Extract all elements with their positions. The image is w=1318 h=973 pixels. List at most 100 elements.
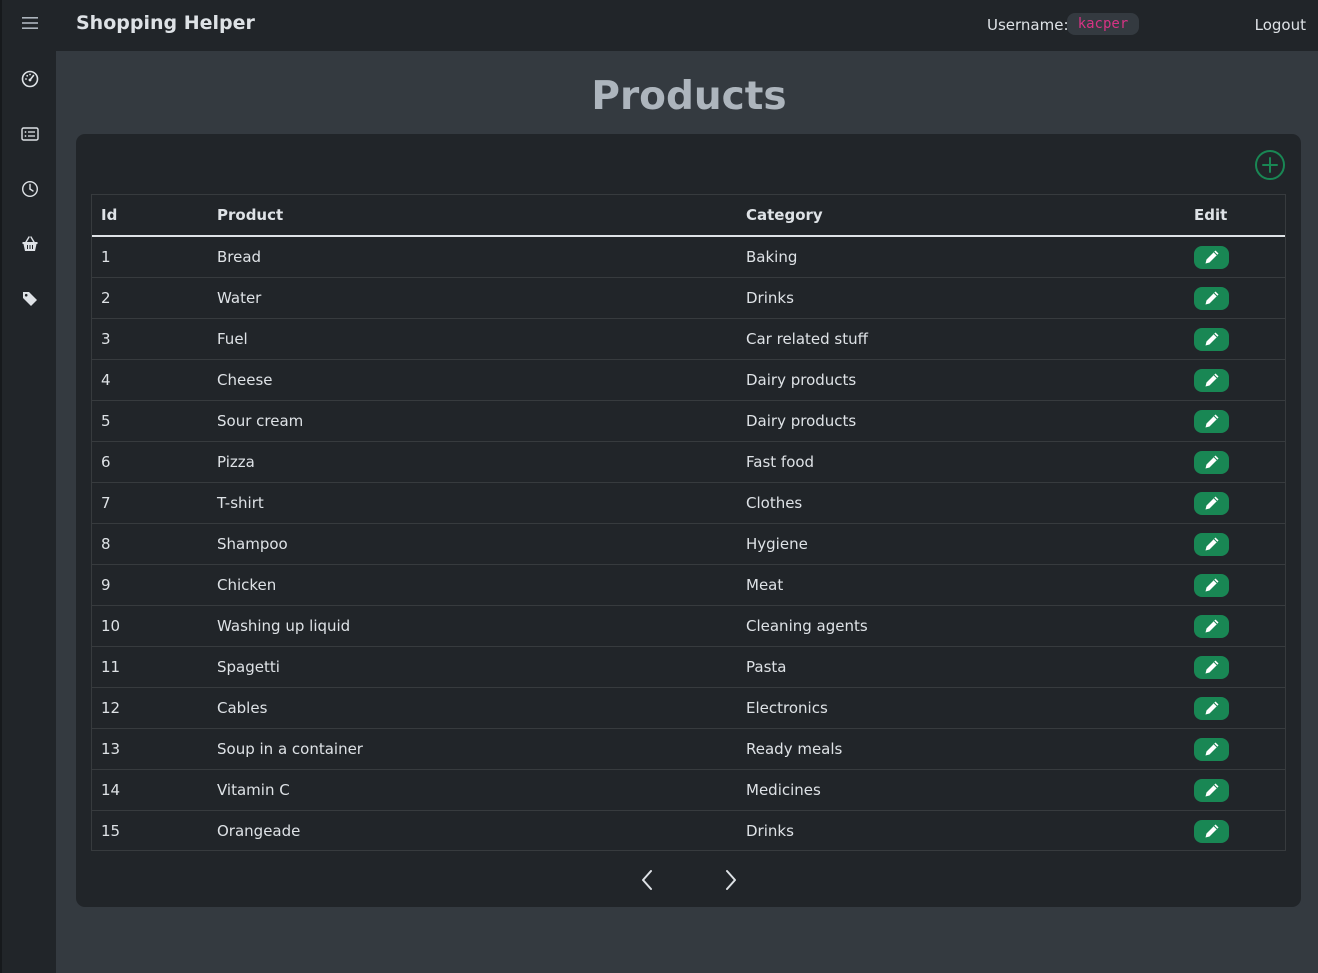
column-header-id: Id — [92, 195, 208, 237]
edit-product-button[interactable] — [1194, 368, 1229, 392]
edit-product-button[interactable] — [1194, 286, 1229, 310]
edit-product-button[interactable] — [1194, 491, 1229, 515]
edit-product-button[interactable] — [1194, 532, 1229, 556]
cell-edit — [1185, 277, 1285, 319]
table-row: 8 Shampoo Hygiene — [92, 523, 1285, 565]
pencil-icon — [1205, 373, 1218, 387]
cell-category: Fast food — [737, 441, 1185, 483]
table-row: 15 Orangeade Drinks — [92, 811, 1285, 852]
column-header-product: Product — [208, 195, 737, 237]
edit-product-button[interactable] — [1194, 409, 1229, 433]
chevron-left-icon — [642, 870, 652, 890]
edit-product-button[interactable] — [1194, 573, 1229, 597]
cell-id: 10 — [92, 605, 208, 647]
sidebar-item-products[interactable] — [2, 279, 58, 319]
cell-id: 13 — [92, 728, 208, 770]
cell-id: 6 — [92, 441, 208, 483]
pencil-icon — [1205, 701, 1218, 715]
pencil-icon — [1205, 250, 1218, 264]
cell-edit — [1185, 482, 1285, 524]
cell-category: Baking — [737, 236, 1185, 278]
app-brand[interactable]: Shopping Helper — [76, 12, 255, 34]
edit-product-button[interactable] — [1194, 778, 1229, 802]
edit-product-button[interactable] — [1194, 450, 1229, 474]
cell-product: Soup in a container — [208, 728, 737, 770]
cell-product: Spagetti — [208, 646, 737, 688]
sidebar-item-history[interactable] — [2, 169, 58, 209]
cell-edit — [1185, 646, 1285, 688]
cell-category: Electronics — [737, 687, 1185, 729]
table-row: 7 T-shirt Clothes — [92, 482, 1285, 524]
cell-category: Drinks — [737, 277, 1185, 319]
sidebar-item-shopping[interactable] — [2, 224, 58, 264]
column-header-edit: Edit — [1185, 195, 1285, 237]
previous-page-button[interactable] — [637, 866, 657, 894]
cell-category: Hygiene — [737, 523, 1185, 565]
table-row: 4 Cheese Dairy products — [92, 359, 1285, 401]
cell-edit — [1185, 728, 1285, 770]
edit-product-button[interactable] — [1194, 819, 1229, 843]
cell-edit — [1185, 400, 1285, 442]
table-row: 11 Spagetti Pasta — [92, 646, 1285, 688]
edit-product-button[interactable] — [1194, 327, 1229, 351]
edit-product-button[interactable] — [1194, 245, 1229, 269]
column-header-category: Category — [737, 195, 1185, 237]
cell-edit — [1185, 523, 1285, 565]
cell-product: Cheese — [208, 359, 737, 401]
next-page-button[interactable] — [721, 866, 741, 894]
cell-category: Clothes — [737, 482, 1185, 524]
cell-product: Sour cream — [208, 400, 737, 442]
table-body: 1 Bread Baking 2 Water Drinks 3 Fuel Car related… — [92, 236, 1285, 851]
table-row: 5 Sour cream Dairy products — [92, 400, 1285, 442]
speedometer-icon — [21, 70, 39, 88]
cell-id: 4 — [92, 359, 208, 401]
cell-category: Medicines — [737, 769, 1185, 811]
table-row: 14 Vitamin C Medicines — [92, 769, 1285, 811]
username-badge: kacper — [1067, 13, 1139, 35]
cell-id: 14 — [92, 769, 208, 811]
cell-id: 11 — [92, 646, 208, 688]
table-row: 10 Washing up liquid Cleaning agents — [92, 605, 1285, 647]
table-header-row: Id Product Category Edit — [92, 195, 1285, 237]
logout-link[interactable]: Logout — [1255, 16, 1306, 34]
cell-id: 15 — [101, 822, 121, 840]
menu-toggle-button[interactable] — [2, 3, 58, 43]
pencil-icon — [1205, 824, 1218, 838]
edit-product-button[interactable] — [1194, 655, 1229, 679]
cell-product: Washing up liquid — [208, 605, 737, 647]
cell-product: Fuel — [208, 318, 737, 360]
cell-product: Bread — [208, 236, 737, 278]
table-row: 1 Bread Baking — [92, 236, 1285, 278]
chevron-right-icon — [726, 870, 736, 890]
products-table: Id Product Category Edit 1 Bread Baking 2 Wa… — [92, 195, 1285, 851]
cell-product: Cables — [208, 687, 737, 729]
cell-edit — [1185, 441, 1285, 483]
cell-edit — [1185, 564, 1285, 606]
add-product-button[interactable] — [1254, 149, 1286, 181]
products-card: Id Product Category Edit 1 Bread Baking 2 Wa… — [76, 134, 1301, 907]
sidebar — [0, 0, 56, 973]
edit-product-button[interactable] — [1194, 614, 1229, 638]
edit-product-button[interactable] — [1194, 696, 1229, 720]
products-table-container: Id Product Category Edit 1 Bread Baking 2 Wa… — [91, 194, 1286, 851]
table-row: 6 Pizza Fast food — [92, 441, 1285, 483]
cell-product: Water — [208, 277, 737, 319]
table-row: 13 Soup in a container Ready meals — [92, 728, 1285, 770]
edit-product-button[interactable] — [1194, 737, 1229, 761]
cell-id: 7 — [92, 482, 208, 524]
basket-icon — [22, 236, 38, 251]
tags-icon — [23, 292, 37, 306]
sidebar-item-lists[interactable] — [2, 114, 58, 154]
pencil-icon — [1205, 660, 1218, 674]
pencil-icon — [1205, 578, 1218, 592]
pencil-icon — [1205, 783, 1218, 797]
cell-id: 8 — [92, 523, 208, 565]
sidebar-item-dashboard[interactable] — [2, 59, 58, 99]
cell-category: Dairy products — [737, 400, 1185, 442]
username-label: Username: — [987, 16, 1069, 34]
cell-product: Shampoo — [208, 523, 737, 565]
cell-edit — [1185, 318, 1285, 360]
cell-category: Pasta — [737, 646, 1185, 688]
cell-category: Cleaning agents — [737, 605, 1185, 647]
cell-category: Ready meals — [737, 728, 1185, 770]
